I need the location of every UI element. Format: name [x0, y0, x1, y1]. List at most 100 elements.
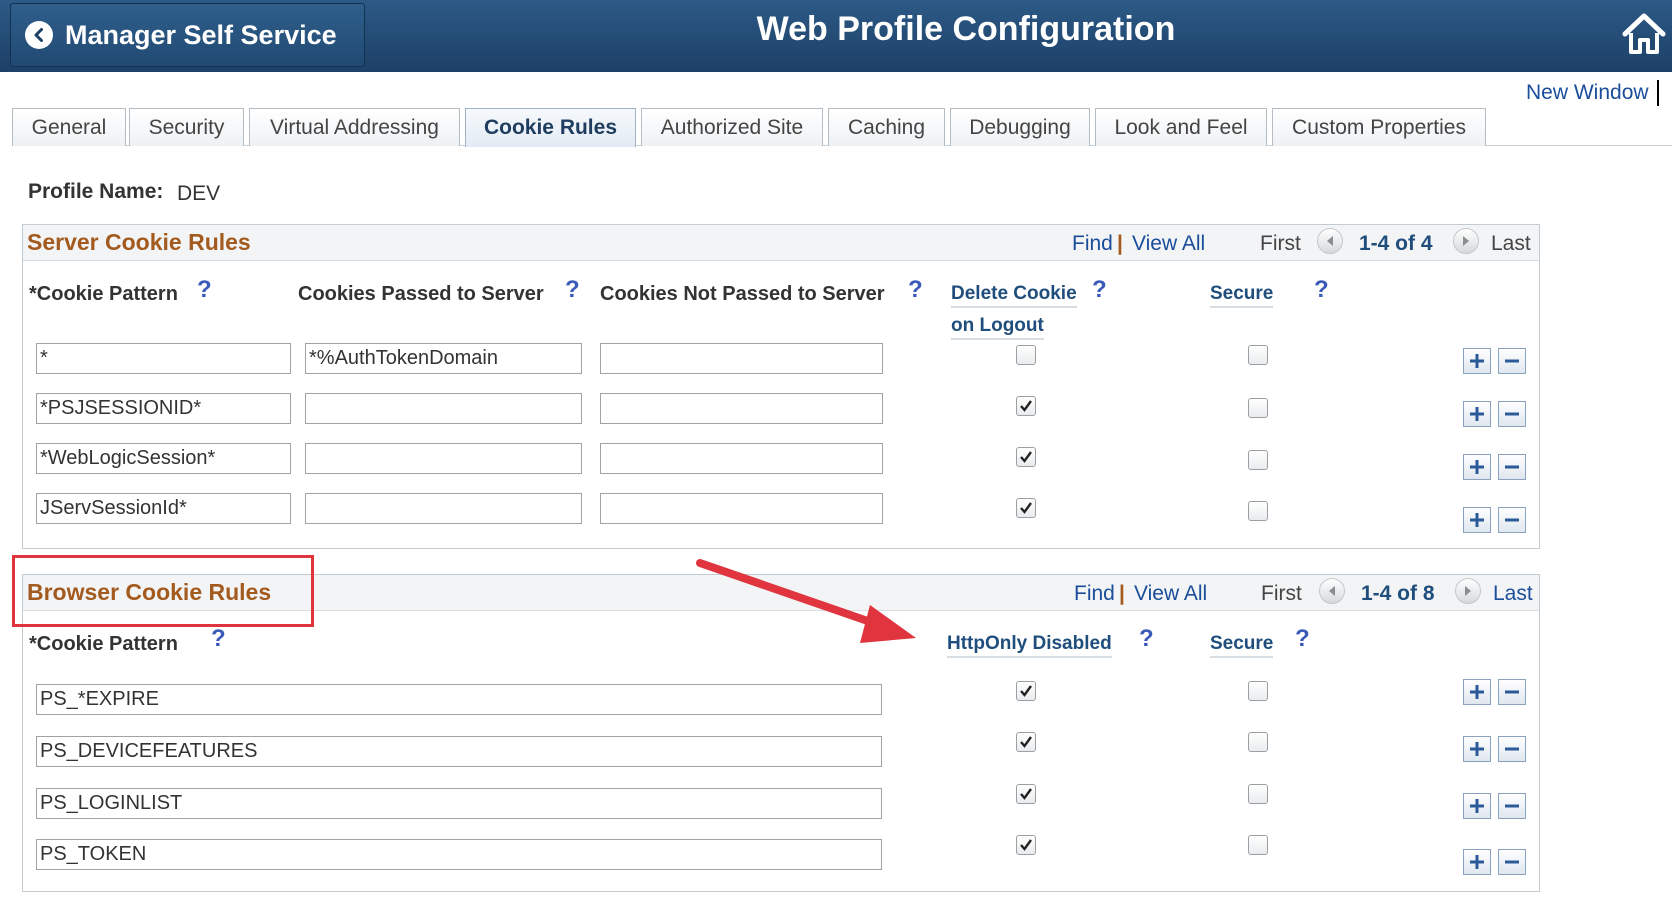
add-row-button[interactable]: [1463, 348, 1491, 374]
profile-name-value: DEV: [177, 182, 221, 205]
delete-on-logout-checkbox[interactable]: [1016, 447, 1036, 467]
cookie-pattern-input[interactable]: [36, 393, 291, 424]
server-cookie-rules-panel: Server Cookie Rules Find | View All Firs…: [22, 224, 1540, 549]
page-title: Web Profile Configuration: [756, 10, 1176, 48]
delete-row-button[interactable]: [1498, 793, 1526, 819]
col-on-logout[interactable]: on Logout: [951, 315, 1044, 340]
tab-caching[interactable]: Caching: [828, 108, 945, 146]
help-icon[interactable]: ?: [197, 276, 212, 304]
col-secure[interactable]: Secure: [1210, 633, 1274, 658]
col-cookie-pattern: *Cookie Pattern: [29, 633, 178, 655]
delete-row-button[interactable]: [1498, 736, 1526, 762]
httponly-disabled-checkbox[interactable]: [1016, 835, 1036, 855]
tab-cookie-rules[interactable]: Cookie Rules: [465, 108, 636, 147]
secure-checkbox[interactable]: [1248, 835, 1268, 855]
secure-checkbox[interactable]: [1248, 398, 1268, 418]
delete-on-logout-checkbox[interactable]: [1016, 345, 1036, 365]
chevron-left-icon: [25, 21, 53, 49]
home-icon[interactable]: [1622, 12, 1666, 56]
delete-row-button[interactable]: [1498, 679, 1526, 705]
delete-on-logout-checkbox[interactable]: [1016, 396, 1036, 416]
add-row-button[interactable]: [1463, 401, 1491, 427]
help-icon[interactable]: ?: [1139, 625, 1154, 653]
section-title: Server Cookie Rules: [27, 229, 251, 255]
help-icon[interactable]: ?: [211, 625, 226, 653]
col-httponly-disabled[interactable]: HttpOnly Disabled: [947, 633, 1112, 658]
delete-row-button[interactable]: [1498, 849, 1526, 875]
first-label: First: [1261, 582, 1302, 605]
tab-general[interactable]: General: [12, 108, 126, 146]
prev-arrow-icon[interactable]: [1319, 578, 1345, 604]
help-icon[interactable]: ?: [1314, 276, 1329, 304]
view-all-link[interactable]: View All: [1132, 232, 1205, 256]
next-arrow-icon[interactable]: [1455, 578, 1481, 604]
httponly-disabled-checkbox[interactable]: [1016, 681, 1036, 701]
delete-row-button[interactable]: [1498, 348, 1526, 374]
httponly-disabled-checkbox[interactable]: [1016, 732, 1036, 752]
delete-row-button[interactable]: [1498, 401, 1526, 427]
cookies-not-passed-input[interactable]: [600, 443, 883, 474]
delete-row-button[interactable]: [1498, 507, 1526, 533]
secure-checkbox[interactable]: [1248, 732, 1268, 752]
cookie-pattern-input[interactable]: [36, 493, 291, 524]
last-link[interactable]: Last: [1493, 582, 1533, 606]
tab-security[interactable]: Security: [129, 108, 244, 146]
col-delete-cookie[interactable]: Delete Cookie: [951, 283, 1077, 308]
secure-checkbox[interactable]: [1248, 681, 1268, 701]
view-all-link[interactable]: View All: [1134, 582, 1207, 606]
delete-row-button[interactable]: [1498, 454, 1526, 480]
add-row-button[interactable]: [1463, 507, 1491, 533]
cookies-not-passed-input[interactable]: [600, 493, 883, 524]
help-icon[interactable]: ?: [565, 276, 580, 304]
back-button[interactable]: Manager Self Service: [10, 3, 365, 67]
help-icon[interactable]: ?: [1092, 276, 1107, 304]
cookies-passed-input[interactable]: [305, 343, 582, 374]
cookies-not-passed-input[interactable]: [600, 343, 883, 374]
secure-checkbox[interactable]: [1248, 784, 1268, 804]
annotation-highlight-box: [12, 555, 314, 627]
cookies-not-passed-input[interactable]: [600, 393, 883, 424]
col-secure[interactable]: Secure: [1210, 283, 1274, 308]
last-label: Last: [1491, 232, 1531, 255]
row-count: 1-4 of 4: [1359, 232, 1433, 255]
secure-checkbox[interactable]: [1248, 501, 1268, 521]
cookie-pattern-input[interactable]: [36, 736, 882, 767]
panel-header: Server Cookie Rules Find | View All Firs…: [23, 225, 1539, 261]
cookie-pattern-input[interactable]: [36, 839, 882, 870]
delete-on-logout-checkbox[interactable]: [1016, 498, 1036, 518]
httponly-disabled-checkbox[interactable]: [1016, 784, 1036, 804]
add-row-button[interactable]: [1463, 679, 1491, 705]
next-arrow-icon[interactable]: [1453, 228, 1479, 254]
cookie-pattern-input[interactable]: [36, 788, 882, 819]
find-link[interactable]: Find: [1072, 232, 1113, 256]
divider: [1657, 80, 1659, 106]
tab-authorized-site[interactable]: Authorized Site: [641, 108, 823, 146]
help-icon[interactable]: ?: [1295, 625, 1310, 653]
add-row-button[interactable]: [1463, 454, 1491, 480]
secure-checkbox[interactable]: [1248, 345, 1268, 365]
new-window-link[interactable]: New Window: [1526, 81, 1649, 105]
cookies-passed-input[interactable]: [305, 493, 582, 524]
secure-checkbox[interactable]: [1248, 450, 1268, 470]
add-row-button[interactable]: [1463, 736, 1491, 762]
tab-look-and-feel[interactable]: Look and Feel: [1095, 108, 1267, 146]
cookie-pattern-input[interactable]: [36, 443, 291, 474]
find-link[interactable]: Find: [1074, 582, 1115, 606]
prev-arrow-icon[interactable]: [1317, 228, 1343, 254]
help-icon[interactable]: ?: [908, 276, 923, 304]
profile-name-label: Profile Name:: [28, 180, 164, 203]
cookies-passed-input[interactable]: [305, 443, 582, 474]
add-row-button[interactable]: [1463, 849, 1491, 875]
col-cookie-pattern: *Cookie Pattern: [29, 283, 178, 305]
cookie-pattern-input[interactable]: [36, 343, 291, 374]
add-row-button[interactable]: [1463, 793, 1491, 819]
col-cookies-not-passed: Cookies Not Passed to Server: [600, 283, 885, 305]
tab-debugging[interactable]: Debugging: [950, 108, 1090, 146]
nav-separator: |: [1119, 582, 1125, 605]
tab-virtual-addressing[interactable]: Virtual Addressing: [249, 108, 460, 146]
nav-separator: |: [1117, 232, 1123, 255]
tab-custom-properties[interactable]: Custom Properties: [1272, 108, 1486, 146]
app-header: Manager Self Service Web Profile Configu…: [0, 0, 1672, 72]
cookie-pattern-input[interactable]: [36, 684, 882, 715]
cookies-passed-input[interactable]: [305, 393, 582, 424]
